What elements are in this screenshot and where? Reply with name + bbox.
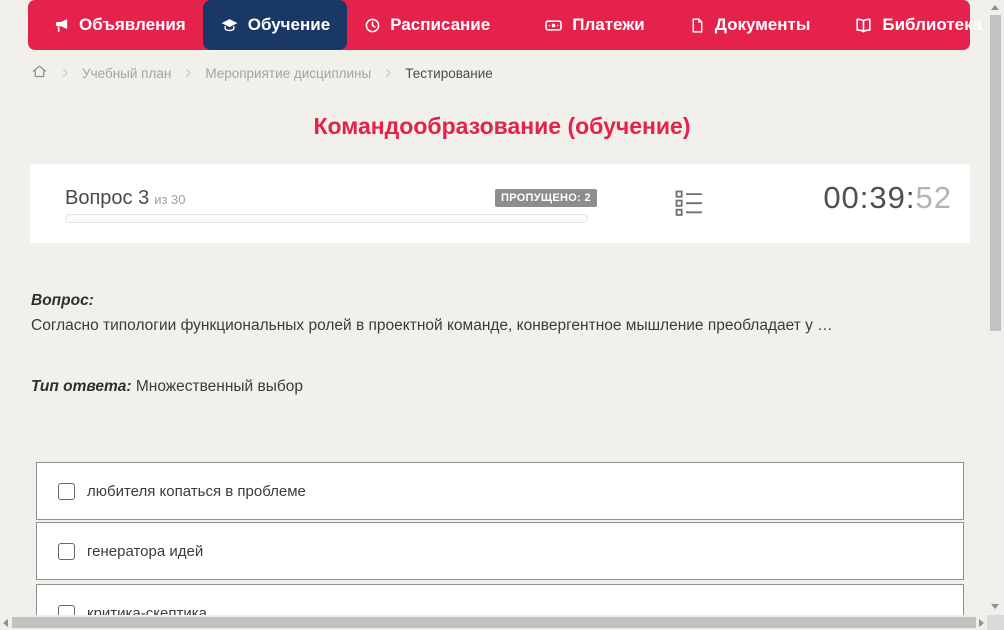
horizontal-scrollbar[interactable] bbox=[0, 615, 987, 630]
vertical-scrollbar[interactable] bbox=[987, 0, 1004, 630]
vertical-scrollbar-thumb[interactable] bbox=[990, 15, 1001, 331]
answer-type-row: Тип ответа: Множественный выбор bbox=[31, 378, 303, 396]
breadcrumb-curriculum[interactable]: Учебный план bbox=[82, 66, 171, 81]
banknote-icon bbox=[544, 16, 563, 35]
scroll-down-arrow-icon[interactable] bbox=[991, 604, 999, 609]
nav-item-library[interactable]: Библиотека bbox=[837, 0, 1004, 50]
timer: 00:39:52 bbox=[823, 180, 952, 216]
progress-bar bbox=[65, 214, 588, 223]
answer-option[interactable]: любителя копаться в проблеме bbox=[36, 462, 964, 520]
nav-item-learning[interactable]: Обучение bbox=[203, 0, 347, 50]
nav-item-label: Расписание bbox=[390, 15, 490, 35]
question-list-icon[interactable] bbox=[675, 190, 703, 222]
nav-item-label: Объявления bbox=[79, 15, 186, 35]
megaphone-icon bbox=[53, 17, 70, 34]
nav-item-label: Платежи bbox=[572, 15, 645, 35]
chevron-right-icon bbox=[59, 67, 71, 79]
scrollbar-corner bbox=[987, 615, 1004, 630]
main-navbar: Объявления Обучение Расписание Платежи Д… bbox=[28, 0, 970, 50]
horizontal-scrollbar-thumb[interactable] bbox=[12, 617, 976, 628]
scroll-right-arrow-icon[interactable] bbox=[979, 619, 984, 627]
breadcrumb-testing: Тестирование bbox=[405, 66, 493, 81]
question-number: Вопрос 3 из 30 bbox=[65, 187, 186, 210]
skipped-badge: ПРОПУЩЕНО: 2 bbox=[495, 189, 597, 207]
scroll-up-arrow-icon[interactable] bbox=[991, 5, 999, 10]
timer-seconds: 52 bbox=[916, 180, 952, 215]
answer-option-label: любителя копаться в проблеме bbox=[87, 483, 306, 500]
home-icon[interactable] bbox=[31, 63, 48, 83]
answer-type-label: Тип ответа: bbox=[31, 378, 132, 395]
question-number-label: Вопрос 3 bbox=[65, 187, 149, 209]
scroll-left-arrow-icon[interactable] bbox=[3, 619, 8, 627]
nav-item-label: Обучение bbox=[248, 15, 330, 35]
breadcrumb-discipline-event[interactable]: Мероприятие дисциплины bbox=[205, 66, 371, 81]
nav-item-label: Документы bbox=[715, 15, 811, 35]
page-title: Командообразование (обучение) bbox=[0, 113, 1004, 140]
answer-option-label: генератора идей bbox=[87, 543, 203, 560]
answer-option[interactable]: генератора идей bbox=[36, 522, 964, 580]
answer-checkbox[interactable] bbox=[58, 483, 75, 500]
nav-item-payments[interactable]: Платежи bbox=[527, 0, 662, 50]
answer-checkbox[interactable] bbox=[58, 543, 75, 560]
chevron-right-icon bbox=[382, 67, 394, 79]
question-total-label: из 30 bbox=[154, 192, 185, 207]
nav-item-documents[interactable]: Документы bbox=[672, 0, 828, 50]
question-header-card: Вопрос 3 из 30 ПРОПУЩЕНО: 2 00:39:52 bbox=[30, 164, 970, 243]
question-heading: Вопрос: bbox=[31, 292, 94, 310]
nav-item-announcements[interactable]: Объявления bbox=[36, 0, 203, 50]
answer-type-value: Множественный выбор bbox=[136, 378, 303, 395]
breadcrumb: Учебный план Мероприятие дисциплины Тест… bbox=[31, 62, 493, 84]
graduation-cap-icon bbox=[220, 16, 239, 35]
open-book-icon bbox=[854, 16, 873, 35]
nav-item-schedule[interactable]: Расписание bbox=[347, 0, 507, 50]
nav-item-label: Библиотека bbox=[882, 15, 982, 35]
timer-hours-minutes: 00:39: bbox=[823, 180, 915, 215]
document-icon bbox=[689, 17, 706, 34]
chevron-right-icon bbox=[182, 67, 194, 79]
clock-icon bbox=[364, 17, 381, 34]
question-text: Согласно типологии функциональных ролей … bbox=[31, 317, 961, 335]
